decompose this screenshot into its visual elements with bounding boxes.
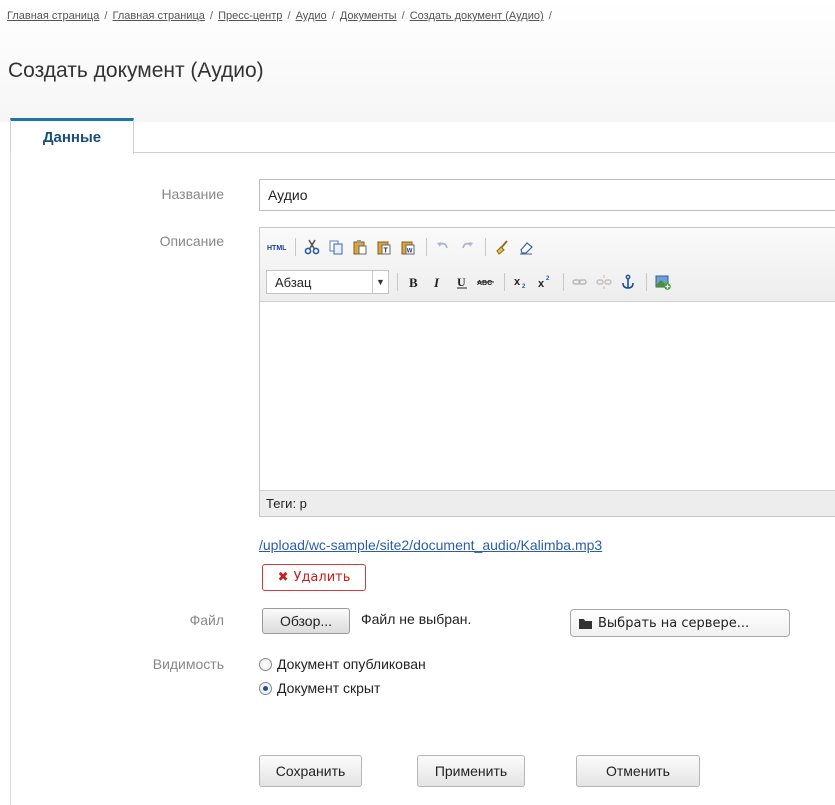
breadcrumb-separator: / xyxy=(209,10,213,22)
svg-text:B: B xyxy=(409,275,418,289)
file-link[interactable]: /upload/wc-sample/site2/document_audio/K… xyxy=(259,537,602,553)
underline-icon[interactable]: U xyxy=(451,271,473,293)
toolbar-separator xyxy=(646,273,647,291)
apply-button[interactable]: Применить xyxy=(417,755,525,787)
toolbar-separator xyxy=(504,273,505,291)
italic-icon[interactable]: I xyxy=(427,271,449,293)
breadcrumb-link-create-document[interactable]: Создать документ (Аудио) xyxy=(410,10,544,22)
subscript-icon[interactable]: x2 xyxy=(510,271,532,293)
html-icon[interactable]: HTML xyxy=(266,236,288,258)
breadcrumb-separator: / xyxy=(548,10,552,22)
format-select-value: Абзац xyxy=(275,274,312,290)
superscript-icon[interactable]: x2 xyxy=(534,271,556,293)
link-icon[interactable] xyxy=(569,271,591,293)
tab-data[interactable]: Данные xyxy=(10,118,134,154)
breadcrumb-separator: / xyxy=(331,10,335,22)
svg-text:2: 2 xyxy=(522,284,526,289)
breadcrumb-link-home-2[interactable]: Главная страница xyxy=(113,10,205,22)
breadcrumb-separator: / xyxy=(287,10,291,22)
radio-published-label: Документ опубликован xyxy=(277,656,426,672)
unlink-icon[interactable] xyxy=(593,271,615,293)
svg-text:x: x xyxy=(538,278,545,289)
undo-icon[interactable] xyxy=(432,236,454,258)
format-select[interactable]: Абзац ▼ xyxy=(266,270,389,294)
cut-icon[interactable] xyxy=(301,236,323,258)
bold-icon[interactable]: B xyxy=(403,271,425,293)
paste-icon[interactable] xyxy=(349,236,371,258)
choose-on-server-label: Выбрать на сервере... xyxy=(598,615,750,631)
content-border xyxy=(10,152,11,805)
toolbar-separator xyxy=(485,238,486,256)
image-icon[interactable] xyxy=(652,271,674,293)
editor-status-bar: Теги: p xyxy=(260,490,835,516)
editor-toolbar-row: HTML T W xyxy=(266,234,539,260)
visibility-label: Видимость xyxy=(152,656,224,672)
svg-text:T: T xyxy=(384,248,389,255)
toolbar-separator xyxy=(397,273,398,291)
anchor-icon[interactable] xyxy=(617,271,639,293)
toolbar-separator xyxy=(295,238,296,256)
paste-text-icon[interactable]: T xyxy=(373,236,395,258)
copy-icon[interactable] xyxy=(325,236,347,258)
chevron-down-icon: ▼ xyxy=(372,271,388,293)
paste-word-icon[interactable]: W xyxy=(397,236,419,258)
svg-text:ABC: ABC xyxy=(477,280,492,287)
svg-text:HTML: HTML xyxy=(267,245,287,252)
svg-text:2: 2 xyxy=(546,276,550,282)
rich-text-editor: HTML T W Абзац ▼ B I U ABC x 2 x 2 Теги:… xyxy=(259,227,835,517)
svg-text:W: W xyxy=(407,249,413,255)
file-label: Файл xyxy=(189,612,224,628)
toolbar-separator xyxy=(563,273,564,291)
no-file-text: Файл не выбран. xyxy=(361,611,472,627)
radio-button-checked[interactable] xyxy=(259,681,272,695)
radio-hidden[interactable]: Документ скрыт xyxy=(259,680,380,696)
breadcrumb-link-documents[interactable]: Документы xyxy=(340,10,397,22)
name-input[interactable] xyxy=(259,179,835,211)
breadcrumb-separator: / xyxy=(401,10,405,22)
svg-text:x: x xyxy=(514,276,521,288)
breadcrumb-separator: / xyxy=(104,10,108,22)
eraser-icon[interactable] xyxy=(515,236,537,258)
breadcrumb-link-press-center[interactable]: Пресс-центр xyxy=(218,10,282,22)
svg-text:U: U xyxy=(457,275,466,289)
description-label: Описание xyxy=(159,233,224,249)
delete-button[interactable]: ✖ Удалить xyxy=(262,564,366,591)
svg-text:I: I xyxy=(433,275,440,289)
redo-icon[interactable] xyxy=(456,236,478,258)
breadcrumb: Главная страница / Главная страница / Пр… xyxy=(7,10,554,22)
cancel-button[interactable]: Отменить xyxy=(576,755,700,787)
clean-icon[interactable] xyxy=(491,236,513,258)
name-label: Название xyxy=(161,186,224,202)
delete-button-label: Удалить xyxy=(293,570,351,585)
tab-data-label: Данные xyxy=(42,129,102,146)
radio-hidden-label: Документ скрыт xyxy=(277,680,381,696)
strikethrough-icon[interactable]: ABC xyxy=(475,271,497,293)
toolbar-separator xyxy=(426,238,427,256)
save-button[interactable]: Сохранить xyxy=(259,755,362,787)
choose-on-server-button[interactable]: Выбрать на сервере... xyxy=(570,609,790,637)
page-title: Создать документ (Аудио) xyxy=(8,59,264,82)
editor-toolbar-row: Абзац ▼ B I U ABC x2 x2 xyxy=(266,269,676,295)
radio-published[interactable]: Документ опубликован xyxy=(259,656,426,672)
breadcrumb-link-home[interactable]: Главная страница xyxy=(7,10,99,22)
browse-button[interactable]: Обзор... xyxy=(262,608,350,634)
folder-icon xyxy=(579,618,592,629)
breadcrumb-link-audio[interactable]: Аудио xyxy=(296,10,327,22)
editor-toolbar: HTML T W Абзац ▼ B I U ABC x 2 x 2 xyxy=(260,228,835,302)
editor-content-area[interactable] xyxy=(260,303,835,492)
close-icon: ✖ xyxy=(277,570,289,585)
radio-button[interactable] xyxy=(259,657,272,671)
